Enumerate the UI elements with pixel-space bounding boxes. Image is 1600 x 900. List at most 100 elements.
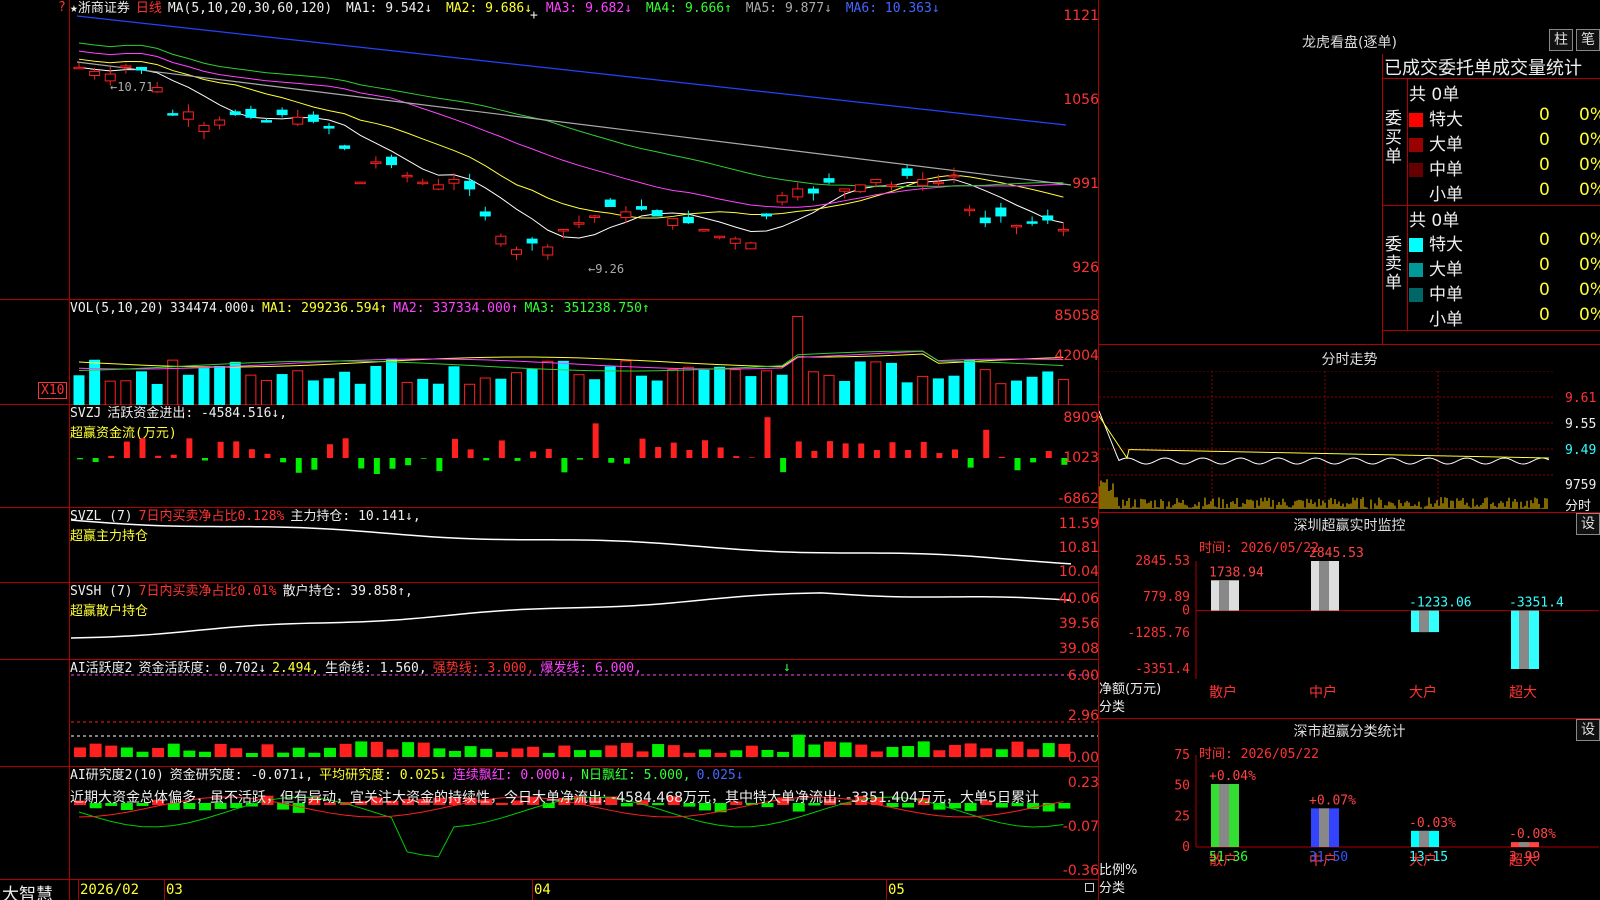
tick-mode-button[interactable]: 笔 xyxy=(1576,29,1600,51)
activity-bar xyxy=(230,748,243,757)
ai-activity-panel[interactable]: AI活跃度2 资金活跃度: 0.702↓ 2.494, 生命线: 1.560, 强势线:… xyxy=(0,660,1099,767)
activity-bar xyxy=(355,741,368,757)
volume-bar xyxy=(995,383,1007,405)
candle-body xyxy=(370,161,382,164)
activity-bar xyxy=(464,746,477,757)
lock-icon[interactable] xyxy=(1085,883,1094,892)
volume-bar xyxy=(198,368,210,405)
y-tick-label: -1285.76 xyxy=(1127,626,1190,641)
flow-bar xyxy=(873,450,880,458)
svsh-panel[interactable]: SVSH (7) 7日内买卖净占比0.01% 散户持仓: 39.858↑, 超赢散户… xyxy=(0,583,1099,660)
bar-value-label: 51.36 xyxy=(1209,850,1248,865)
x-label-3: 04 xyxy=(534,882,551,898)
svzj-panel[interactable]: SVZJ 活跃资金进出: -4584.516↓, 超赢资金流(万元) 8909 1… xyxy=(0,405,1099,508)
bar-value-label: -0.08% xyxy=(1509,827,1556,842)
bar-shade xyxy=(1319,808,1329,847)
activity-bar xyxy=(480,748,493,757)
volume-bar xyxy=(136,371,147,405)
bar-shade xyxy=(1519,610,1529,669)
activity-bar xyxy=(839,742,852,757)
bar-value-label: 13.15 xyxy=(1409,850,1448,865)
bar-mode-button[interactable]: 柱 xyxy=(1549,29,1573,51)
volume-bar xyxy=(479,377,491,405)
svzl-sub: 超赢主力持仓 xyxy=(70,529,149,544)
activity-bar xyxy=(636,751,649,757)
intraday-panel[interactable]: 分时走势 9.61 9.55 9.49 9759 分时 xyxy=(1099,344,1600,514)
flow-bar xyxy=(936,453,943,458)
sz-class-panel[interactable]: 深市超赢分类统计 设 时间: 2026/05/22 75 50 25 0 +0.04% 散… xyxy=(1099,718,1600,900)
flow-bar xyxy=(811,450,818,458)
ai2-comment: 近期大资金总体偏多，虽不活跃，但有异动，宜关注大资金的持续性，今日大单净流出: … xyxy=(70,790,1039,806)
fs-vol-label: 9759 xyxy=(1565,478,1597,493)
svzl-panel[interactable]: SVZL (7) 7日内买卖净占比0.128% 主力持仓: 10.141↓, 超赢主… xyxy=(0,508,1099,583)
svzl-header: SVZL (7) 7日内买卖净占比0.128% 主力持仓: 10.141↓, xyxy=(70,509,427,525)
candle-body xyxy=(620,211,632,218)
candle-body xyxy=(448,178,460,184)
flow-bar xyxy=(733,456,740,458)
candlestick-chart[interactable] xyxy=(71,0,1099,300)
vol-ma-line xyxy=(78,353,1064,368)
ai1-arrow: ↓ xyxy=(783,660,791,675)
volume-bar xyxy=(104,380,116,405)
flow-bar xyxy=(123,441,130,458)
ai1-avg: 2.494, xyxy=(272,661,320,676)
ma-line-5 xyxy=(78,66,1064,239)
sz-class-ylabel: 比例% xyxy=(1099,863,1138,878)
volume-bar xyxy=(261,380,272,405)
volume-bar xyxy=(1042,371,1054,405)
activity-bar xyxy=(136,751,149,757)
volume-bar xyxy=(214,366,226,405)
buy-row-m: 中单00% xyxy=(1409,155,1600,180)
ai-research-panel[interactable]: AI研究度2(10) 资金研究度: -0.071↓, 平均研究度: 0.025↓ 连续… xyxy=(0,767,1099,880)
dragon-tiger-panel[interactable]: 龙虎看盘(逐单) 柱 笔 已成交委托单成交量统计 委买单 共 0单 特大00% … xyxy=(1099,0,1600,344)
candle-body xyxy=(1026,221,1038,224)
activity-bar xyxy=(620,742,633,757)
activity-bar xyxy=(652,744,665,757)
flow-bar xyxy=(530,451,537,458)
candle-body xyxy=(573,222,585,225)
activity-bar xyxy=(745,745,758,757)
activity-bar xyxy=(324,747,336,757)
ai1-lifeline: 生命线: 1.560, xyxy=(325,661,427,676)
sz-monitor-chart[interactable]: 2845.53779.890-1285.76-3351.41738.94散户28… xyxy=(1099,513,1600,719)
intraday-chart[interactable] xyxy=(1099,371,1564,511)
sz-class-chart[interactable]: 7550250+0.04%散户51.36+0.07%中户31.50-0.03%大… xyxy=(1099,719,1600,900)
y-tick-label: -3351.4 xyxy=(1135,662,1190,677)
sz-monitor-panel[interactable]: 深圳超赢实时监控 设 时间: 2026/05/22 2845.53 779.89 0… xyxy=(1099,512,1600,718)
candlestick-panel[interactable]: ★浙商证券 日线 MA(5,10,20,30,60,120) MA1: 9.542↓… xyxy=(0,0,1099,300)
activity-bar xyxy=(558,745,571,757)
ai1-header: AI活跃度2 资金活跃度: 0.702↓ 2.494, 生命线: 1.560, 强势线:… xyxy=(70,661,648,677)
candle-body xyxy=(995,207,1007,217)
activity-bar xyxy=(277,752,290,757)
flow-bar xyxy=(592,423,599,458)
activity-bar xyxy=(792,734,805,757)
volume-bar xyxy=(370,365,382,405)
bar-value-label: 1738.94 xyxy=(1209,565,1264,580)
x-label-2: 03 xyxy=(166,882,183,898)
y-tick-label: 0 xyxy=(1182,840,1190,855)
high-price-note: ←10.71 xyxy=(110,80,154,94)
activity-bar xyxy=(949,744,961,757)
activity-bar xyxy=(199,751,211,757)
volume-panel[interactable]: VOL(5,10,20) 334474.000↓ MA1: 299236.594↑ M… xyxy=(0,300,1099,405)
y-tick-label: 0 xyxy=(1182,604,1190,619)
y-tick-label: 50 xyxy=(1174,779,1190,794)
activity-bar xyxy=(308,752,321,757)
candle-body xyxy=(182,111,194,120)
volume-bar xyxy=(1011,380,1022,405)
candle-body xyxy=(917,178,929,187)
ma-line-20 xyxy=(78,50,1064,208)
buy-row-xl: 特大00% xyxy=(1409,105,1600,130)
ai1-label-2: 2.96 xyxy=(1067,708,1099,724)
flow-bar xyxy=(858,443,865,458)
sell-row-s: 小单00% xyxy=(1409,305,1600,330)
x-tick-3 xyxy=(532,880,533,900)
flow-bar xyxy=(983,429,990,458)
activity-bar xyxy=(824,741,836,757)
volume-bar xyxy=(698,369,710,405)
flow-bar xyxy=(233,441,240,458)
flow-bar xyxy=(780,458,787,473)
activity-bar xyxy=(667,745,680,757)
flow-bar xyxy=(514,458,521,461)
bar-shade xyxy=(1419,830,1429,847)
